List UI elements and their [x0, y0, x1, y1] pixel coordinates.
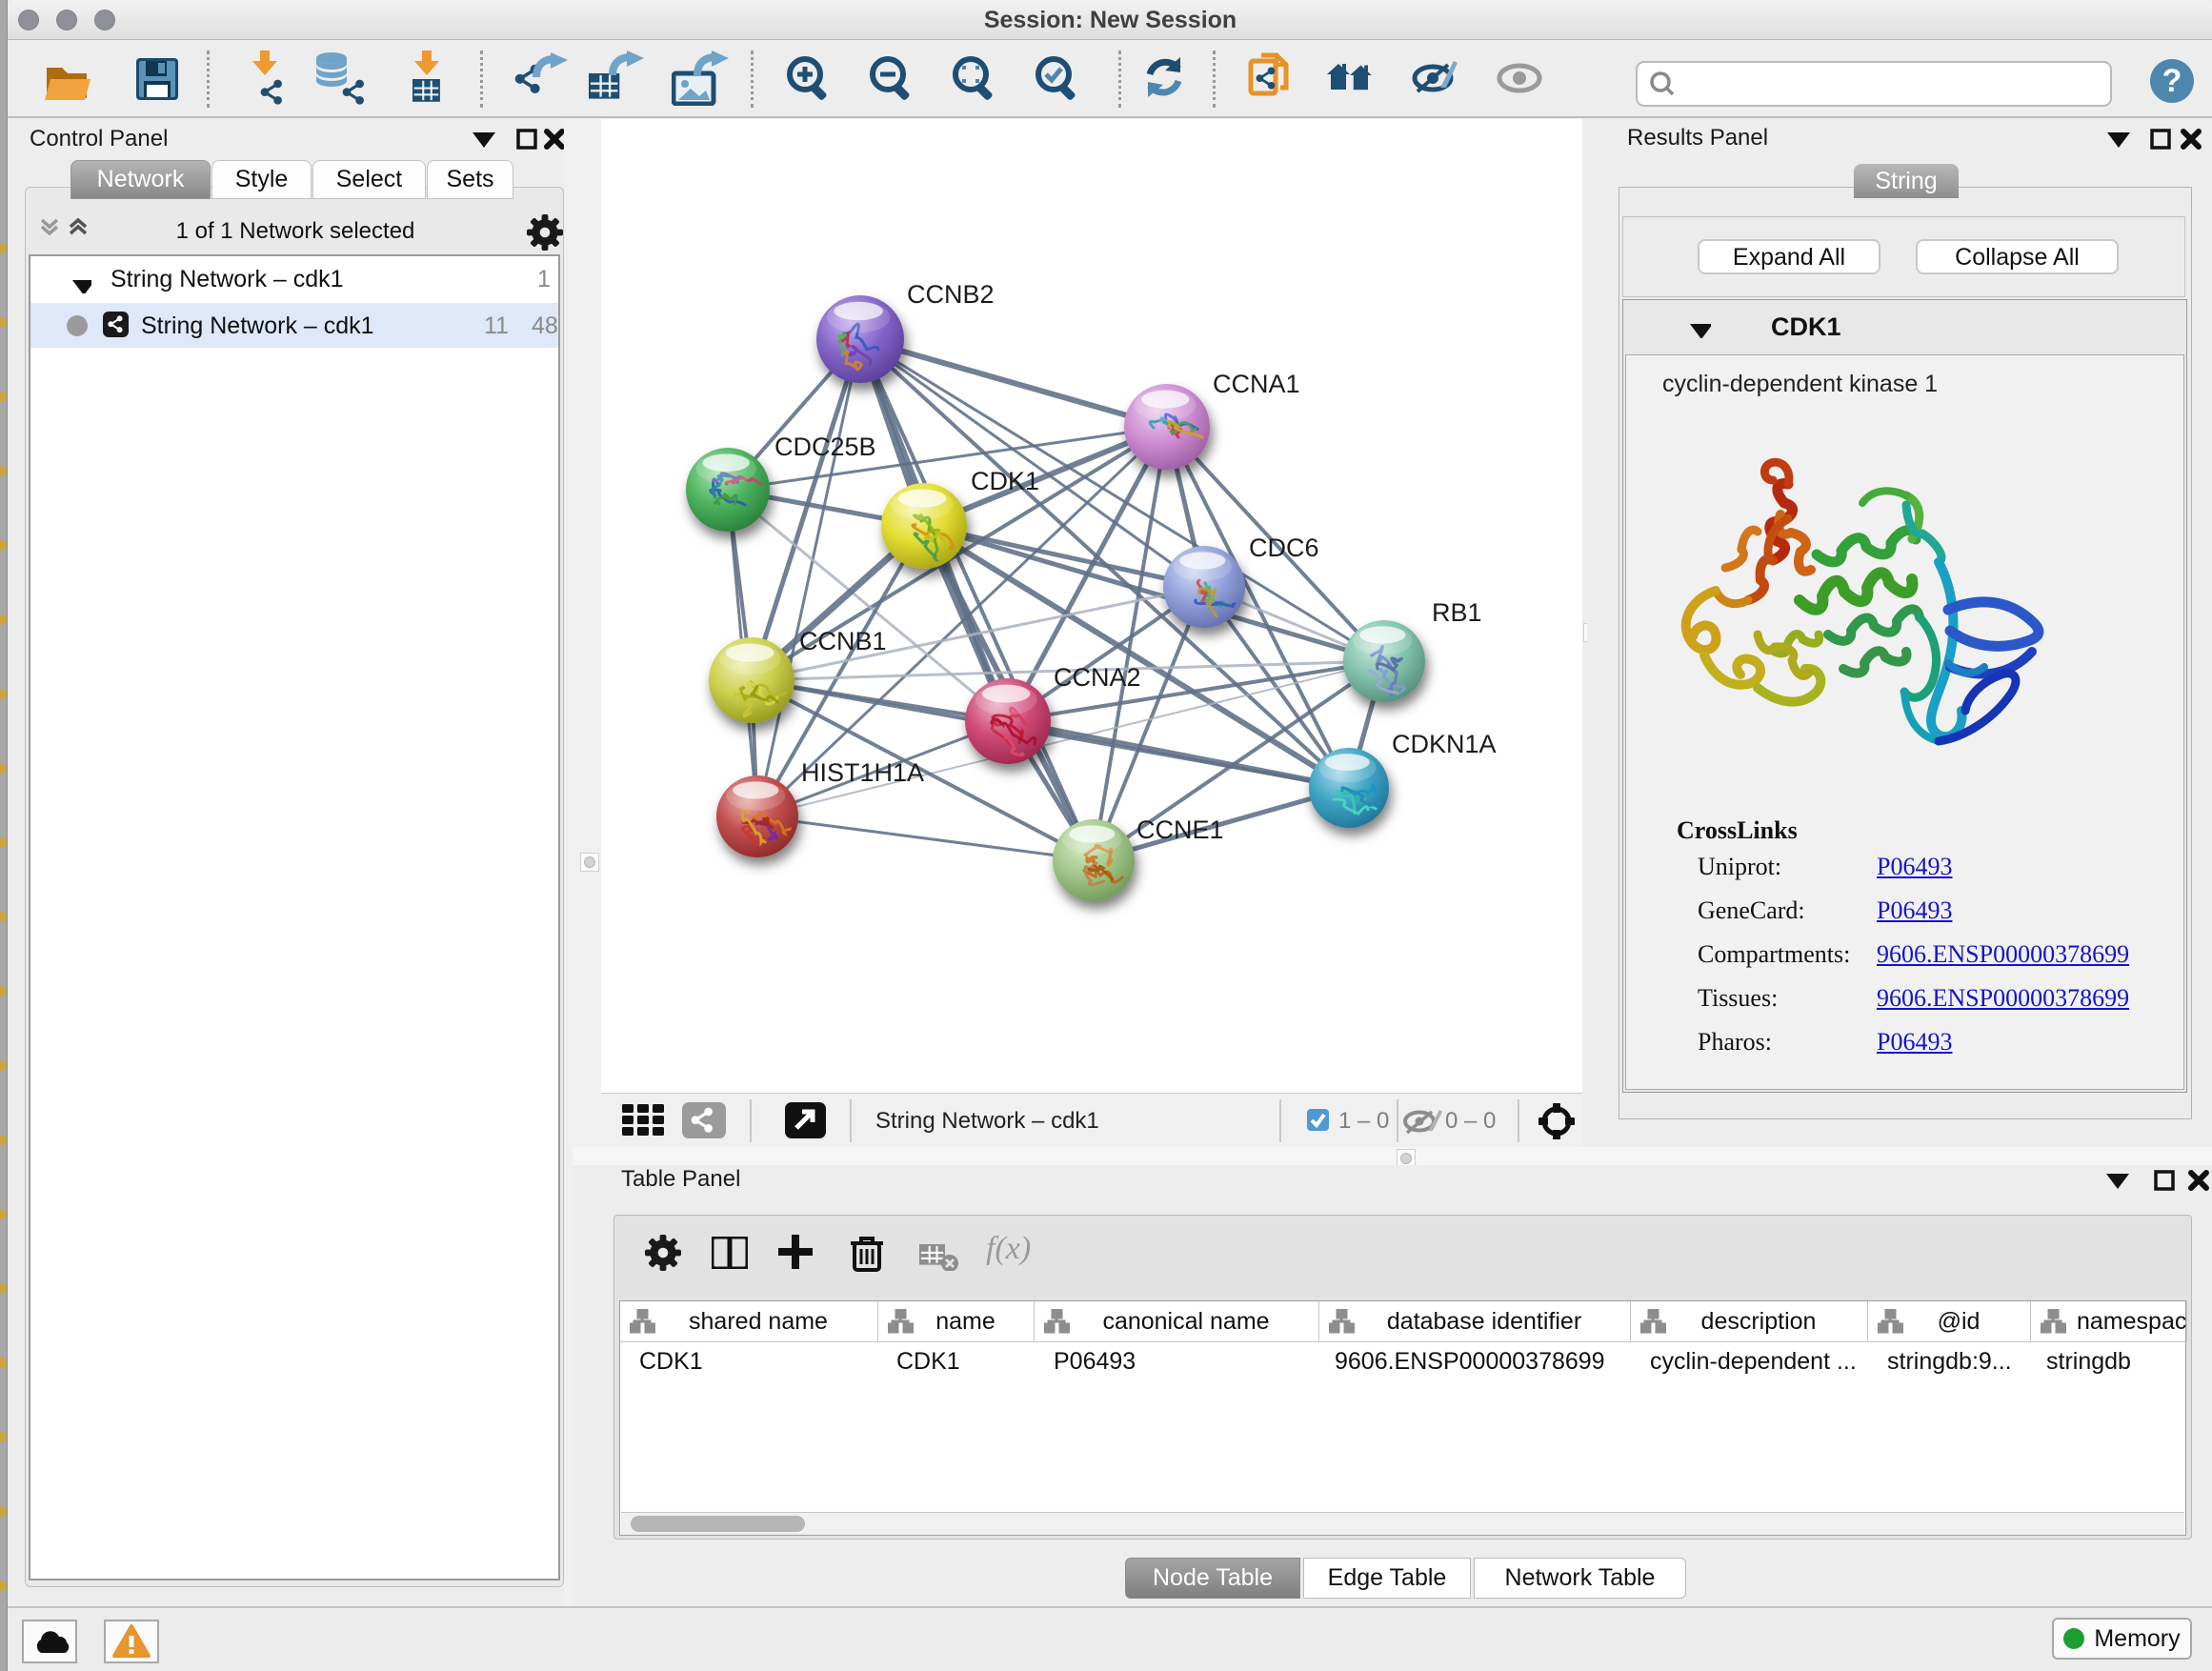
- svg-text:RB1: RB1: [1432, 598, 1482, 627]
- svg-text:CDC25B: CDC25B: [774, 433, 876, 461]
- svg-text:HIST1H1A: HIST1H1A: [801, 758, 924, 787]
- svg-text:CDK1: CDK1: [971, 467, 1039, 495]
- svg-text:CCNB1: CCNB1: [799, 627, 887, 655]
- svg-text:CCNB2: CCNB2: [907, 280, 995, 309]
- svg-text:CDC6: CDC6: [1249, 534, 1319, 562]
- svg-text:CCNE1: CCNE1: [1136, 815, 1224, 844]
- svg-text:CDKN1A: CDKN1A: [1392, 730, 1497, 758]
- svg-text:CCNA2: CCNA2: [1054, 663, 1141, 692]
- svg-text:CCNA1: CCNA1: [1213, 370, 1300, 398]
